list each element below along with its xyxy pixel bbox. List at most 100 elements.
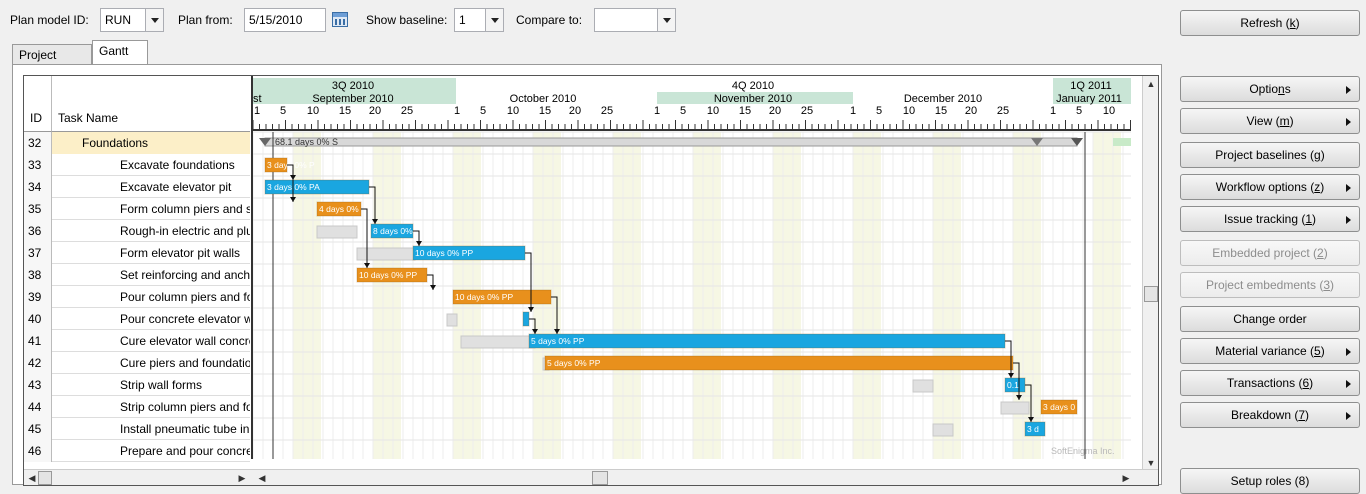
scroll-left-icon[interactable]: ◀	[254, 470, 270, 485]
task-bar-label: 10 days 0% PP	[455, 292, 513, 302]
month-label: December 2010	[904, 93, 982, 105]
button-label: Project embedments (	[1205, 278, 1324, 292]
day-label: 10	[903, 105, 915, 117]
tab-project-wbs[interactable]: Project WBS	[12, 44, 92, 76]
action-button[interactable]: Setup roles (8)	[1180, 468, 1360, 494]
plan-model-value: RUN	[105, 13, 131, 27]
compare-to-select[interactable]	[594, 8, 676, 32]
chevron-right-icon	[1346, 348, 1351, 356]
timeline-scroll-thumb[interactable]	[592, 471, 608, 485]
task-id: 35	[24, 198, 52, 220]
access-key: g	[1314, 148, 1321, 162]
weekend-band	[933, 132, 961, 459]
action-button[interactable]: Transactions (6)	[1180, 370, 1360, 396]
table-row[interactable]: 43 Strip wall forms	[24, 374, 250, 396]
task-id: 38	[24, 264, 52, 286]
day-label: 25	[401, 105, 413, 117]
baseline-bar	[446, 313, 458, 327]
task-id: 42	[24, 352, 52, 374]
table-row[interactable]: 44 Strip column piers and fo	[24, 396, 250, 418]
compare-to-label: Compare to:	[516, 13, 583, 27]
plan-from-input[interactable]: 5/15/2010	[244, 8, 326, 32]
day-label: 1	[850, 105, 856, 117]
button-label: )	[1320, 180, 1325, 194]
action-button[interactable]: Options	[1180, 76, 1360, 102]
show-baseline-label: Show baseline:	[366, 13, 448, 27]
button-label: Breakdown (	[1230, 408, 1299, 422]
vertical-scroll-thumb[interactable]	[1144, 286, 1158, 302]
task-name: Form elevator pit walls	[120, 246, 241, 260]
chevron-down-icon[interactable]	[145, 9, 163, 31]
action-button[interactable]: Material variance (5)	[1180, 338, 1360, 364]
action-button[interactable]: Embedded project (2)	[1180, 240, 1360, 266]
task-id: 40	[24, 308, 52, 330]
table-row[interactable]: 40 Pour concrete elevator wa	[24, 308, 250, 330]
table-scroll-thumb[interactable]	[38, 471, 52, 485]
task-name: Strip column piers and fo	[120, 400, 250, 414]
month-label: October 2010	[510, 93, 577, 105]
day-label: 15	[935, 105, 947, 117]
tab-gantt[interactable]: Gantt	[92, 40, 148, 64]
vertical-scrollbar[interactable]: ▲ ▼	[1142, 76, 1158, 471]
button-label: Project baselines (	[1215, 148, 1315, 162]
baseline-bar	[356, 247, 416, 261]
day-label: 10	[1103, 105, 1115, 117]
chevron-down-icon[interactable]	[485, 9, 503, 31]
plan-from-label: Plan from:	[178, 13, 233, 27]
day-label: 25	[997, 105, 1009, 117]
button-label: )	[1289, 114, 1294, 128]
action-button[interactable]: Workflow options (z)	[1180, 174, 1360, 200]
chevron-right-icon	[1346, 118, 1351, 126]
table-row[interactable]: 35 Form column piers and sp	[24, 198, 250, 220]
day-label: 20	[369, 105, 381, 117]
action-button[interactable]: Issue tracking (1)	[1180, 206, 1360, 232]
column-header-id[interactable]: ID	[24, 76, 52, 132]
table-row[interactable]: 42 Cure piers and foundatior	[24, 352, 250, 374]
table-row[interactable]: 41 Cure elevator wall concre	[24, 330, 250, 352]
day-label: 20	[769, 105, 781, 117]
weekend-band	[1093, 132, 1121, 459]
task-bar-label: 5 days 0% PP	[547, 358, 601, 368]
table-row[interactable]: 45 Install pneumatic tube in	[24, 418, 250, 440]
table-row[interactable]: 32 Foundations	[24, 132, 250, 154]
task-bar-label: 5 days 0% PP	[531, 336, 585, 346]
task-name: Set reinforcing and anchc	[120, 268, 250, 282]
action-button[interactable]: View (m)	[1180, 108, 1360, 134]
action-sidebar: Refresh (k) Options View (m) Project baseli…	[1178, 0, 1364, 494]
button-label: Refresh (	[1240, 16, 1290, 30]
table-row[interactable]: 37 Form elevator pit walls	[24, 242, 250, 264]
table-row[interactable]: 33 Excavate foundations	[24, 154, 250, 176]
table-row[interactable]: 34 Excavate elevator pit	[24, 176, 250, 198]
action-button[interactable]: Refresh (k)	[1180, 10, 1360, 36]
table-row[interactable]: 39 Pour column piers and fo	[24, 286, 250, 308]
day-label: 5	[680, 105, 686, 117]
action-button[interactable]: Project embedments (3)	[1180, 272, 1360, 298]
button-label: Workflow options (	[1215, 180, 1315, 194]
chevron-down-icon[interactable]	[657, 9, 675, 31]
table-row[interactable]: 36 Rough-in electric and plu	[24, 220, 250, 242]
task-bar-label: 3 d	[1027, 424, 1039, 434]
action-button[interactable]: Change order	[1180, 306, 1360, 332]
horizontal-scrollbar[interactable]: ◀ ▶ ◀ ▶	[24, 469, 1158, 485]
gantt-timeline[interactable]: 3Q 2010 4Q 2010 1Q 2011 st September 2010 Oct…	[251, 76, 1131, 459]
scroll-up-icon[interactable]: ▲	[1143, 76, 1158, 92]
table-row[interactable]: 38 Set reinforcing and anchc	[24, 264, 250, 286]
month-label: November 2010	[714, 93, 792, 105]
button-label: )	[1295, 16, 1300, 30]
button-label: Change order	[1233, 312, 1307, 326]
baseline-bar	[1000, 401, 1030, 415]
show-baseline-select[interactable]: 1	[454, 8, 504, 32]
day-label: 1	[454, 105, 460, 117]
column-header-task-name[interactable]: Task Name	[52, 76, 250, 132]
weekend-band	[373, 132, 401, 459]
month-label: January 2011	[1056, 93, 1122, 105]
button-label: )	[1309, 376, 1314, 390]
scroll-right-icon[interactable]: ▶	[1118, 470, 1134, 485]
scroll-right-icon[interactable]: ▶	[234, 470, 250, 485]
weekend-band	[773, 132, 801, 459]
plan-model-select[interactable]: RUN	[100, 8, 164, 32]
calendar-icon[interactable]	[332, 12, 348, 27]
table-row[interactable]: 46 Prepare and pour concret	[24, 440, 250, 462]
action-button[interactable]: Project baselines (g)	[1180, 142, 1360, 168]
action-button[interactable]: Breakdown (7)	[1180, 402, 1360, 428]
